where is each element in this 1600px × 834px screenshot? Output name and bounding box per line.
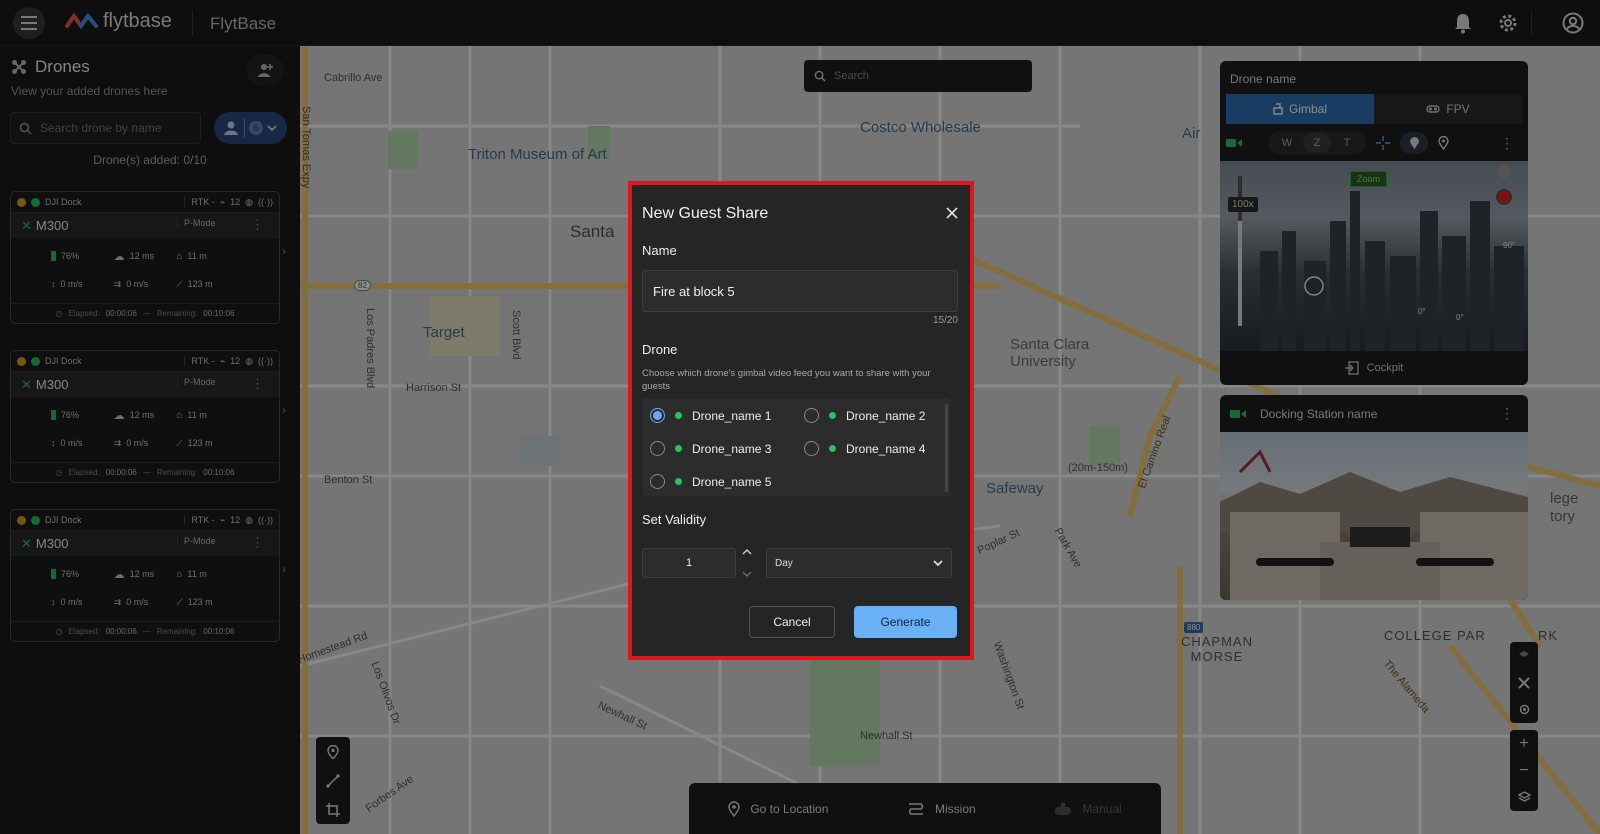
online-status-dot bbox=[675, 412, 682, 419]
chevron-up-icon[interactable] bbox=[742, 548, 752, 556]
online-status-dot bbox=[675, 445, 682, 452]
drone-option-label: Drone_name 5 bbox=[692, 474, 772, 489]
validity-label: Set Validity bbox=[642, 512, 707, 527]
validity-amount-input[interactable] bbox=[642, 548, 736, 578]
validity-unit-select[interactable]: Day bbox=[766, 548, 952, 578]
scrollbar[interactable] bbox=[945, 404, 948, 492]
validity-stepper bbox=[740, 548, 754, 578]
radio-button[interactable] bbox=[650, 441, 665, 456]
generate-button[interactable]: Generate bbox=[854, 606, 957, 638]
drone-option-label: Drone_name 2 bbox=[846, 408, 926, 423]
online-status-dot bbox=[829, 412, 836, 419]
drone-hint: Choose which drone's gimbal video feed y… bbox=[642, 368, 931, 392]
drone-option-label: Drone_name 4 bbox=[846, 441, 926, 456]
drone-option[interactable]: Drone_name 1 bbox=[650, 408, 771, 423]
new-guest-share-dialog: New Guest Share Name 15/20 Drone Choose … bbox=[632, 185, 970, 656]
drone-option-label: Drone_name 3 bbox=[692, 441, 772, 456]
drone-option[interactable]: Drone_name 3 bbox=[650, 441, 771, 456]
chevron-down-icon bbox=[933, 560, 943, 567]
drone-option[interactable]: Drone_name 5 bbox=[650, 474, 771, 489]
drone-option[interactable]: Drone_name 2 bbox=[804, 408, 925, 423]
close-button[interactable] bbox=[944, 205, 960, 221]
online-status-dot bbox=[829, 445, 836, 452]
name-input[interactable] bbox=[642, 270, 958, 312]
radio-button[interactable] bbox=[804, 408, 819, 423]
name-char-counter: 15/20 bbox=[932, 315, 958, 326]
radio-button[interactable] bbox=[804, 441, 819, 456]
validity-unit-value: Day bbox=[775, 557, 793, 569]
drone-radio-list: Drone_name 1 Drone_name 2 Drone_name 3 D… bbox=[642, 398, 950, 496]
close-icon bbox=[946, 207, 958, 219]
drone-option-label: Drone_name 1 bbox=[692, 408, 772, 423]
dialog-title: New Guest Share bbox=[642, 205, 769, 222]
chevron-down-icon[interactable] bbox=[742, 570, 752, 578]
drone-option[interactable]: Drone_name 4 bbox=[804, 441, 925, 456]
name-label: Name bbox=[642, 243, 677, 258]
drone-label: Drone bbox=[642, 342, 678, 357]
online-status-dot bbox=[675, 478, 682, 485]
radio-button[interactable] bbox=[650, 408, 665, 423]
radio-button[interactable] bbox=[650, 474, 665, 489]
cancel-button[interactable]: Cancel bbox=[749, 606, 835, 638]
